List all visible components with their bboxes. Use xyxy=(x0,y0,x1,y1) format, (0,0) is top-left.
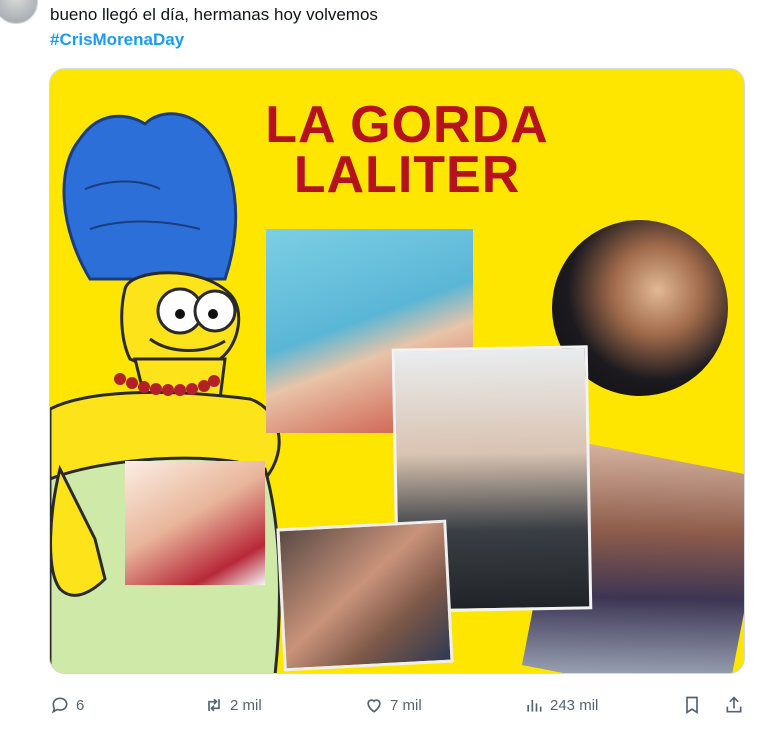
photo-couple-bottom xyxy=(276,519,454,672)
share-icon xyxy=(726,696,742,713)
heart-icon xyxy=(367,699,381,713)
reply-icon xyxy=(51,697,68,714)
bookmark-button[interactable] xyxy=(682,690,702,720)
reply-button[interactable]: 6 xyxy=(50,690,84,720)
views-icon xyxy=(527,700,542,712)
share-button[interactable] xyxy=(724,690,744,720)
bookmark-icon xyxy=(686,696,698,715)
like-button[interactable]: 7 mil xyxy=(364,690,422,720)
media-title-line1: LA GORDA xyxy=(265,96,549,154)
retweet-button[interactable]: 2 mil xyxy=(204,690,262,720)
photo-couple-small xyxy=(125,461,265,585)
view-count: 243 mil xyxy=(550,696,599,714)
like-count: 7 mil xyxy=(390,696,422,714)
retweet-count: 2 mil xyxy=(230,696,262,714)
tweet-text: bueno llegó el día, hermanas hoy volvemo… xyxy=(50,5,378,24)
retweet-icon xyxy=(208,698,220,712)
reply-count: 6 xyxy=(76,696,85,714)
tweet-media-image[interactable]: LA GORDA LALITER xyxy=(49,68,745,674)
tweet-actions-bar: 6 2 mil 7 mil 243 mil xyxy=(0,690,767,720)
views-button[interactable]: 243 mil xyxy=(524,690,598,720)
hashtag-link[interactable]: #CrisMorenaDay xyxy=(50,29,184,51)
avatar[interactable] xyxy=(0,0,38,24)
media-title-line2: LALITER xyxy=(293,146,521,204)
